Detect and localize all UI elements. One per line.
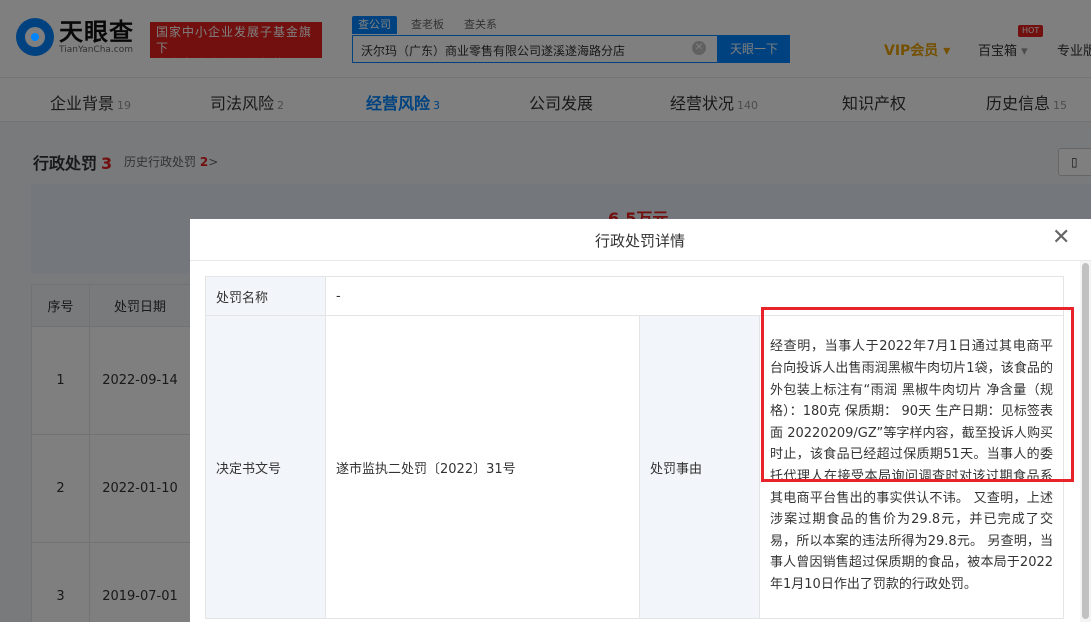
close-icon[interactable]: ✕ <box>1052 227 1070 249</box>
decision-no-value: 遂市监执二处罚〔2022〕31号 <box>325 315 640 619</box>
scrollbar-thumb[interactable] <box>1082 263 1089 619</box>
reason-label: 处罚事由 <box>639 315 760 619</box>
modal-title: 行政处罚详情 <box>594 232 685 250</box>
penalty-name-label: 处罚名称 <box>205 276 326 316</box>
modal-scrollbar[interactable] <box>1080 261 1091 622</box>
highlight-annotation-box <box>761 307 1074 482</box>
modal-header: 行政处罚详情 ✕ <box>190 219 1091 261</box>
decision-no-label: 决定书文号 <box>205 315 326 619</box>
